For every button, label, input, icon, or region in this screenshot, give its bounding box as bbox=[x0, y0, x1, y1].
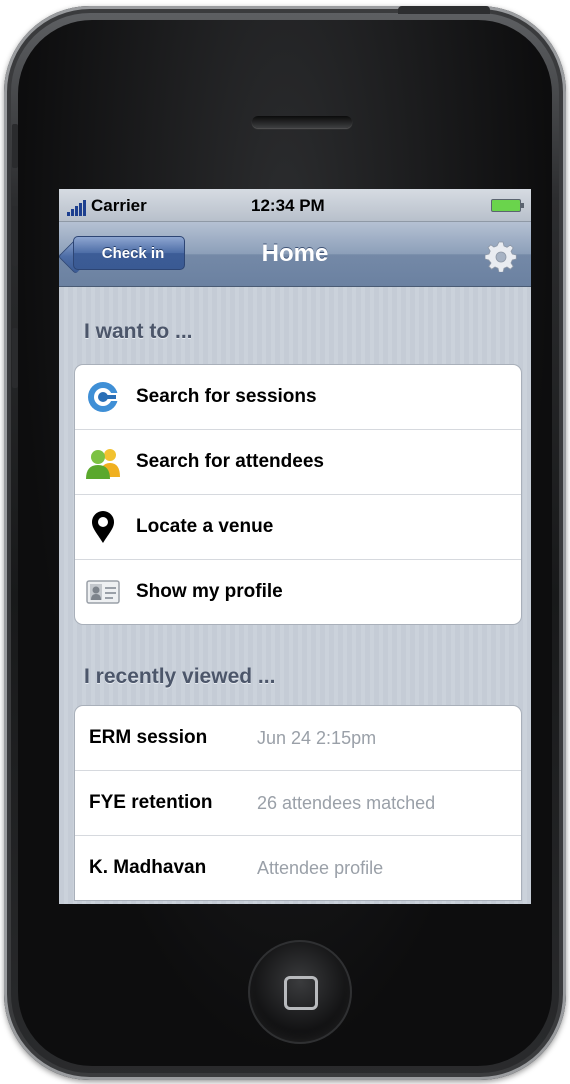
phone-screen: Carrier 12:34 PM Check in Home I want to… bbox=[59, 189, 531, 904]
list-item-search-attendees[interactable]: Search for attendees bbox=[75, 430, 521, 495]
recent-item-title: ERM session bbox=[89, 727, 208, 748]
recent-item-detail: Attendee profile bbox=[257, 857, 384, 878]
home-button[interactable] bbox=[248, 940, 352, 1044]
carrier-label: Carrier bbox=[91, 196, 147, 215]
recent-item-k-madhavan[interactable]: K. Madhavan Attendee profile bbox=[75, 836, 521, 900]
status-bar: Carrier 12:34 PM bbox=[59, 189, 531, 222]
sleep-button bbox=[398, 6, 490, 14]
status-carrier: Carrier bbox=[67, 196, 147, 216]
list-item-search-sessions[interactable]: Search for sessions bbox=[75, 365, 521, 430]
search-sessions-label: Search for sessions bbox=[136, 386, 317, 407]
profile-card-icon bbox=[86, 580, 120, 604]
recent-item-fye-retention[interactable]: FYE retention 26 attendees matched bbox=[75, 771, 521, 836]
search-sessions-icon bbox=[88, 382, 118, 412]
home-square-icon bbox=[284, 976, 318, 1010]
recent-list: ERM session Jun 24 2:15pm FYE retention … bbox=[74, 705, 522, 901]
actions-list: Search for sessions Search for attendees… bbox=[74, 364, 522, 625]
status-time: 12:34 PM bbox=[251, 196, 325, 215]
battery-icon bbox=[491, 199, 524, 212]
actions-section-header: I want to ... bbox=[84, 320, 193, 343]
earpiece-speaker bbox=[252, 116, 352, 128]
locate-venue-label: Locate a venue bbox=[136, 516, 274, 537]
list-item-show-profile[interactable]: Show my profile bbox=[75, 560, 521, 624]
gear-icon[interactable] bbox=[485, 240, 517, 272]
recent-item-detail: Jun 24 2:15pm bbox=[257, 727, 377, 748]
content-area: I want to ... Search for sessions Search… bbox=[59, 287, 531, 904]
page-title: Home bbox=[261, 240, 329, 267]
show-profile-label: Show my profile bbox=[136, 581, 283, 602]
list-item-locate-venue[interactable]: Locate a venue bbox=[75, 495, 521, 560]
navigation-bar: Check in Home bbox=[59, 222, 531, 287]
recent-item-erm-session[interactable]: ERM session Jun 24 2:15pm bbox=[75, 706, 521, 771]
signal-strength-icon bbox=[67, 196, 87, 216]
location-pin-icon bbox=[92, 511, 114, 543]
recent-item-title: FYE retention bbox=[89, 792, 213, 813]
recent-item-detail: 26 attendees matched bbox=[257, 792, 436, 813]
recent-section-header: I recently viewed ... bbox=[84, 665, 276, 688]
search-attendees-label: Search for attendees bbox=[136, 451, 324, 472]
attendees-icon bbox=[86, 449, 120, 479]
recent-item-title: K. Madhavan bbox=[89, 857, 207, 878]
